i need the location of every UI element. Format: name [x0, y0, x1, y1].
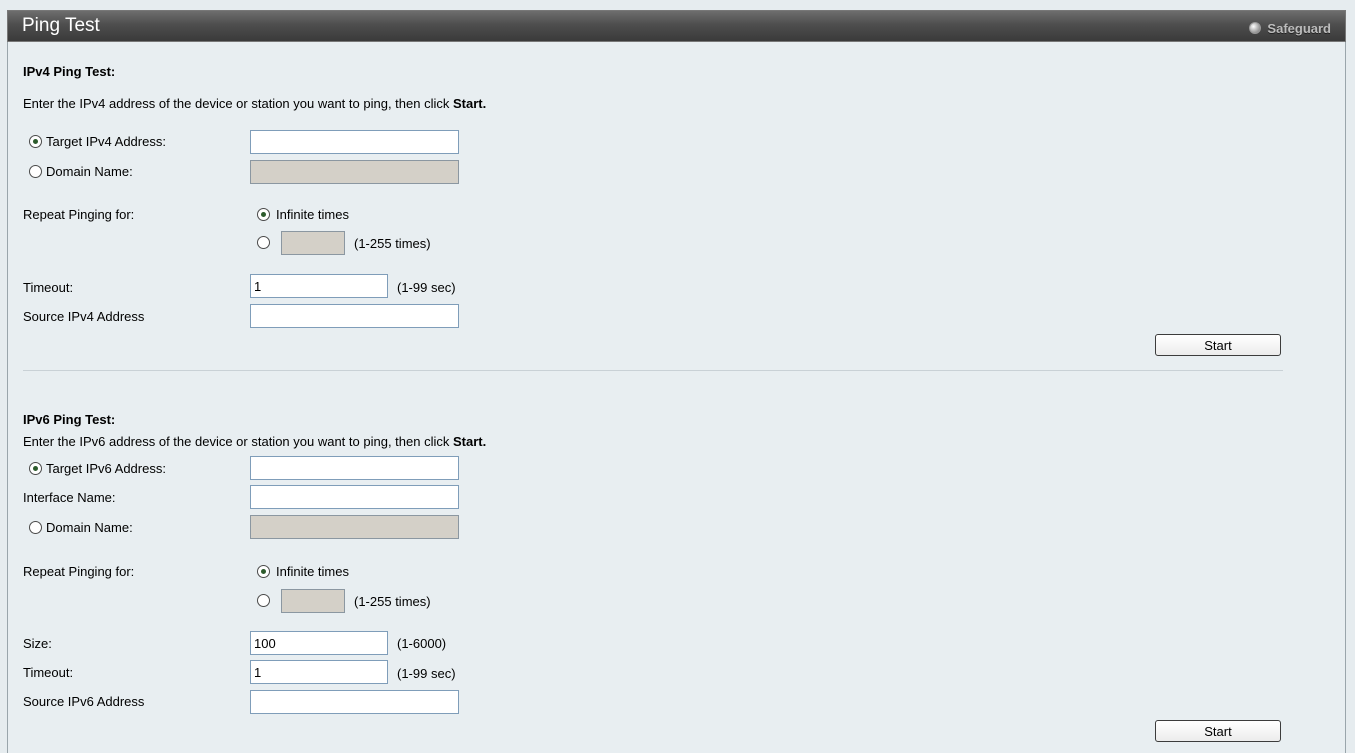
- ipv4-instructions: Enter the IPv4 address of the device or …: [23, 96, 486, 111]
- safeguard-indicator[interactable]: Safeguard: [1249, 20, 1331, 36]
- ipv6-instructions: Enter the IPv6 address of the device or …: [23, 434, 486, 449]
- safeguard-label: Safeguard: [1267, 20, 1331, 36]
- ipv6-domain-input[interactable]: [250, 515, 459, 539]
- ipv6-interface-input[interactable]: [250, 485, 459, 509]
- ipv6-repeat-label: Repeat Pinging for:: [23, 564, 135, 579]
- ipv4-repeat-label: Repeat Pinging for:: [23, 207, 135, 222]
- ipv4-domain-label: Domain Name:: [46, 164, 133, 179]
- ipv6-size-range: (1-6000): [397, 636, 447, 651]
- ipv4-infinite-label: Infinite times: [276, 207, 349, 222]
- ipv6-count-input[interactable]: [281, 589, 345, 613]
- ipv6-source-label: Source IPv6 Address: [23, 694, 145, 709]
- section-divider: [23, 370, 1283, 371]
- ipv4-start-button[interactable]: Start: [1155, 334, 1281, 356]
- ipv6-timeout-input[interactable]: [250, 660, 388, 684]
- ipv6-interface-label: Interface Name:: [23, 490, 116, 505]
- ipv6-size-input[interactable]: [250, 631, 388, 655]
- ipv4-source-input[interactable]: [250, 304, 459, 328]
- ipv4-timeout-input[interactable]: [250, 274, 388, 298]
- ipv6-instructions-start: Start.: [452, 434, 487, 449]
- ping-test-panel: [7, 10, 1346, 753]
- ipv6-start-button[interactable]: Start: [1155, 720, 1281, 742]
- ipv4-count-range: (1-255 times): [354, 236, 431, 251]
- ipv4-count-radio[interactable]: [257, 236, 270, 249]
- ipv6-timeout-label: Timeout:: [23, 665, 74, 680]
- ipv6-instructions-text: Enter the IPv6 address of the device or …: [23, 434, 453, 449]
- ipv6-count-range: (1-255 times): [354, 594, 431, 609]
- ipv6-domain-radio[interactable]: [29, 521, 42, 534]
- ipv6-infinite-label: Infinite times: [276, 564, 349, 579]
- ipv6-domain-label: Domain Name:: [46, 520, 133, 535]
- ipv6-infinite-radio[interactable]: [257, 565, 270, 578]
- ipv4-target-radio[interactable]: [29, 135, 42, 148]
- ipv4-domain-input[interactable]: [250, 160, 459, 184]
- ipv6-size-label: Size:: [23, 636, 52, 651]
- ipv4-count-input[interactable]: [281, 231, 345, 255]
- ipv6-source-input[interactable]: [250, 690, 459, 714]
- ipv4-timeout-range: (1-99 sec): [397, 280, 456, 295]
- ipv4-source-label: Source IPv4 Address: [23, 309, 145, 324]
- ipv4-domain-radio[interactable]: [29, 165, 42, 178]
- ipv4-heading: IPv4 Ping Test:: [23, 64, 116, 79]
- ipv4-infinite-radio[interactable]: [257, 208, 270, 221]
- ipv6-target-radio[interactable]: [29, 462, 42, 475]
- ipv6-target-input[interactable]: [250, 456, 459, 480]
- ipv6-timeout-range: (1-99 sec): [397, 666, 456, 681]
- ipv6-heading: IPv6 Ping Test:: [23, 412, 116, 427]
- ipv4-target-input[interactable]: [250, 130, 459, 154]
- safeguard-icon: [1249, 22, 1262, 34]
- page-title: Ping Test: [22, 15, 100, 36]
- title-bar: Ping Test Safeguard: [7, 10, 1346, 42]
- ipv4-instructions-start: Start.: [452, 96, 487, 111]
- ipv4-instructions-text: Enter the IPv4 address of the device or …: [23, 96, 453, 111]
- ipv6-count-radio[interactable]: [257, 594, 270, 607]
- ipv6-target-label: Target IPv6 Address:: [46, 461, 166, 476]
- ipv4-timeout-label: Timeout:: [23, 280, 74, 295]
- ipv4-target-label: Target IPv4 Address:: [46, 134, 166, 149]
